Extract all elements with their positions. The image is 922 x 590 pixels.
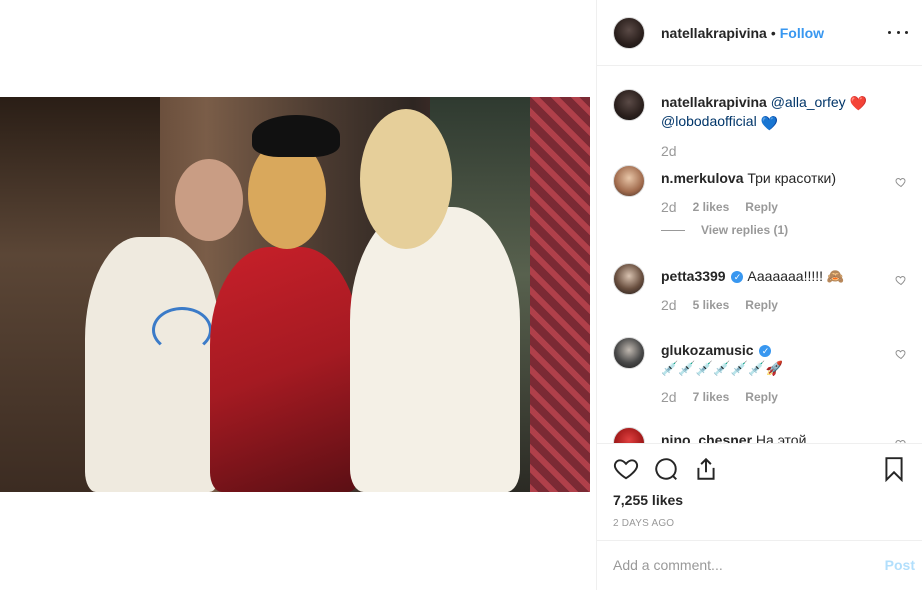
commenter-username[interactable]: glukozamusic [661, 342, 754, 358]
caption-age: 2d [661, 143, 677, 159]
commenter-username[interactable]: petta3399 [661, 268, 726, 284]
share-icon[interactable] [693, 456, 719, 482]
blue-heart-emoji: 💙 [760, 114, 779, 131]
reply-button[interactable]: Reply [745, 298, 778, 312]
comment-age: 2d [661, 297, 677, 313]
post-actions: 7,255 likes 2 DAYS AGO Add a comment... … [597, 443, 922, 590]
mention-loboda[interactable]: @lobodaofficial [661, 113, 757, 129]
commenter-avatar[interactable] [613, 427, 645, 443]
caption-meta: 2d [661, 143, 693, 159]
commenter-username[interactable]: n.merkulova [661, 170, 743, 186]
comment-meta: 2d 2 likes Reply [661, 199, 778, 215]
comment-body: На этой [755, 432, 807, 443]
comment-text: n.merkulova Три красотки) [661, 169, 881, 187]
bookmark-icon[interactable] [881, 456, 907, 483]
reply-button[interactable]: Reply [745, 390, 778, 404]
comment-likes[interactable]: 5 likes [693, 298, 730, 312]
caption-avatar[interactable] [613, 89, 645, 121]
action-icons [613, 456, 907, 486]
media-pane [0, 0, 596, 590]
comment-like-icon[interactable] [895, 175, 907, 188]
red-heart-emoji: ❤️ [849, 95, 867, 112]
commenter-avatar[interactable] [613, 337, 645, 369]
caption: natellakrapivina @alla_orfey ❤️ @lobodao… [613, 89, 909, 169]
comment-body: Ааааааа!!!!! 🙈 [747, 268, 845, 284]
photo-figure-right [350, 207, 520, 492]
comments-list[interactable]: natellakrapivina @alla_orfey ❤️ @lobodao… [597, 67, 922, 443]
comment-meta: 2d 5 likes Reply [661, 297, 778, 313]
post-sidebar: natellakrapivina • Follow natellakrapivi… [596, 0, 922, 590]
comment-like-icon[interactable] [895, 347, 907, 360]
caption-text: natellakrapivina @alla_orfey ❤️ @lobodao… [661, 93, 881, 132]
caption-username[interactable]: natellakrapivina [661, 94, 767, 110]
commenter-avatar[interactable] [613, 165, 645, 197]
separator-dot: • [770, 24, 776, 41]
comment-icon[interactable] [653, 456, 679, 482]
follow-button[interactable]: Follow [780, 25, 824, 41]
author-avatar[interactable] [613, 16, 645, 49]
post-time[interactable]: 2 DAYS AGO [613, 518, 674, 529]
author-username[interactable]: natellakrapivina [661, 25, 767, 41]
comment-item: n.merkulova Три красотки) 2d 2 likes Rep… [613, 165, 909, 245]
post-header: natellakrapivina • Follow [597, 0, 922, 66]
view-replies-button[interactable]: View replies (1) [661, 223, 788, 237]
comment-meta: 2d 7 likes Reply [661, 389, 778, 405]
comment-item: petta3399 ✓ Ааааааа!!!!! 🙈 2d 5 likes Re… [613, 263, 909, 323]
post-photo[interactable] [0, 97, 590, 492]
comment-body: Три красотки) [747, 170, 836, 186]
verified-badge-icon: ✓ [731, 271, 744, 284]
comment-text: glukozamusic ✓ 💉💉💉💉💉💉🚀 [661, 341, 881, 377]
verified-badge-icon: ✓ [759, 345, 772, 358]
photo-figure-center [210, 247, 360, 492]
comment-likes[interactable]: 7 likes [693, 390, 730, 404]
comment-like-icon[interactable] [895, 273, 907, 286]
photo-head-left [175, 159, 243, 241]
photo-figure-left [85, 237, 220, 492]
comment-text: petta3399 ✓ Ааааааа!!!!! 🙈 [661, 267, 881, 285]
post-button[interactable]: Post [885, 557, 915, 573]
shirt-logo [152, 307, 212, 353]
photo-hat [252, 115, 340, 157]
comment-body: 💉💉💉💉💉💉🚀 [661, 360, 784, 376]
mention-alla[interactable]: @alla_orfey [771, 94, 846, 110]
comment-age: 2d [661, 389, 677, 405]
comment-likes[interactable]: 2 likes [693, 200, 730, 214]
heart-icon[interactable] [613, 456, 639, 482]
likes-count[interactable]: 7,255 likes [613, 492, 683, 508]
add-comment-bar: Add a comment... Post [597, 540, 922, 590]
comment-item: glukozamusic ✓ 💉💉💉💉💉💉🚀 2d 7 likes Reply [613, 337, 909, 405]
comment-item: nino_chesner На этой [613, 427, 909, 443]
commenter-username[interactable]: nino_chesner [661, 432, 752, 443]
view-replies-line [661, 229, 685, 231]
commenter-avatar[interactable] [613, 263, 645, 295]
photo-bg-frame [530, 97, 590, 492]
reply-button[interactable]: Reply [745, 200, 778, 214]
comment-text: nino_chesner На этой [661, 431, 881, 443]
more-options-icon[interactable] [888, 22, 908, 42]
comment-input[interactable]: Add a comment... [613, 557, 853, 573]
view-replies-label: View replies (1) [701, 223, 789, 237]
photo-head-right [360, 109, 452, 249]
comment-age: 2d [661, 199, 677, 215]
